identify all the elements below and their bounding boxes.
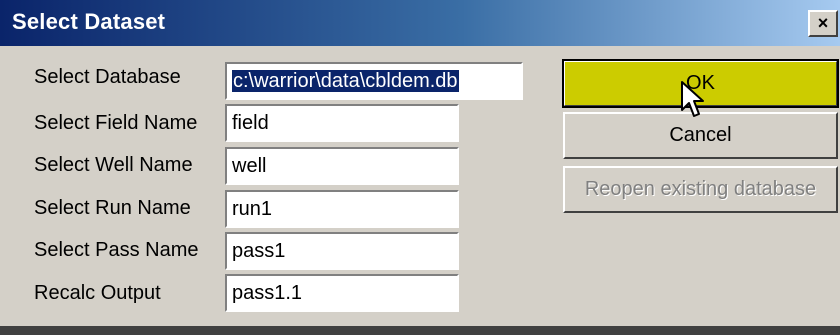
- run-name-input[interactable]: run1: [225, 190, 459, 228]
- label-recalc-output: Recalc Output: [34, 282, 161, 304]
- pass-name-input[interactable]: pass1: [225, 232, 459, 270]
- window-title: Select Dataset: [12, 9, 166, 34]
- cancel-button-label: Cancel: [669, 124, 732, 146]
- label-select-run-name: Select Run Name: [34, 197, 191, 219]
- label-select-database: Select Database: [34, 66, 181, 88]
- well-name-input[interactable]: well: [225, 147, 459, 185]
- window-bottom-edge: [0, 326, 840, 335]
- database-field-value: c:\warrior\data\cbldem.db: [232, 70, 459, 92]
- mouse-pointer-icon: [681, 81, 704, 117]
- label-select-field-name: Select Field Name: [34, 112, 198, 134]
- field-name-input[interactable]: field: [225, 104, 459, 142]
- database-field[interactable]: c:\warrior\data\cbldem.db: [225, 62, 523, 100]
- recalc-output-input[interactable]: pass1.1: [225, 274, 459, 312]
- reopen-button-label: Reopen existing database: [584, 178, 817, 200]
- title-bar: Select Dataset ×: [0, 0, 840, 46]
- label-select-pass-name: Select Pass Name: [34, 239, 199, 261]
- close-button[interactable]: ×: [808, 10, 838, 37]
- reopen-existing-database-button[interactable]: Reopen existing database: [563, 166, 838, 213]
- close-icon: ×: [817, 13, 829, 33]
- label-select-well-name: Select Well Name: [34, 154, 193, 176]
